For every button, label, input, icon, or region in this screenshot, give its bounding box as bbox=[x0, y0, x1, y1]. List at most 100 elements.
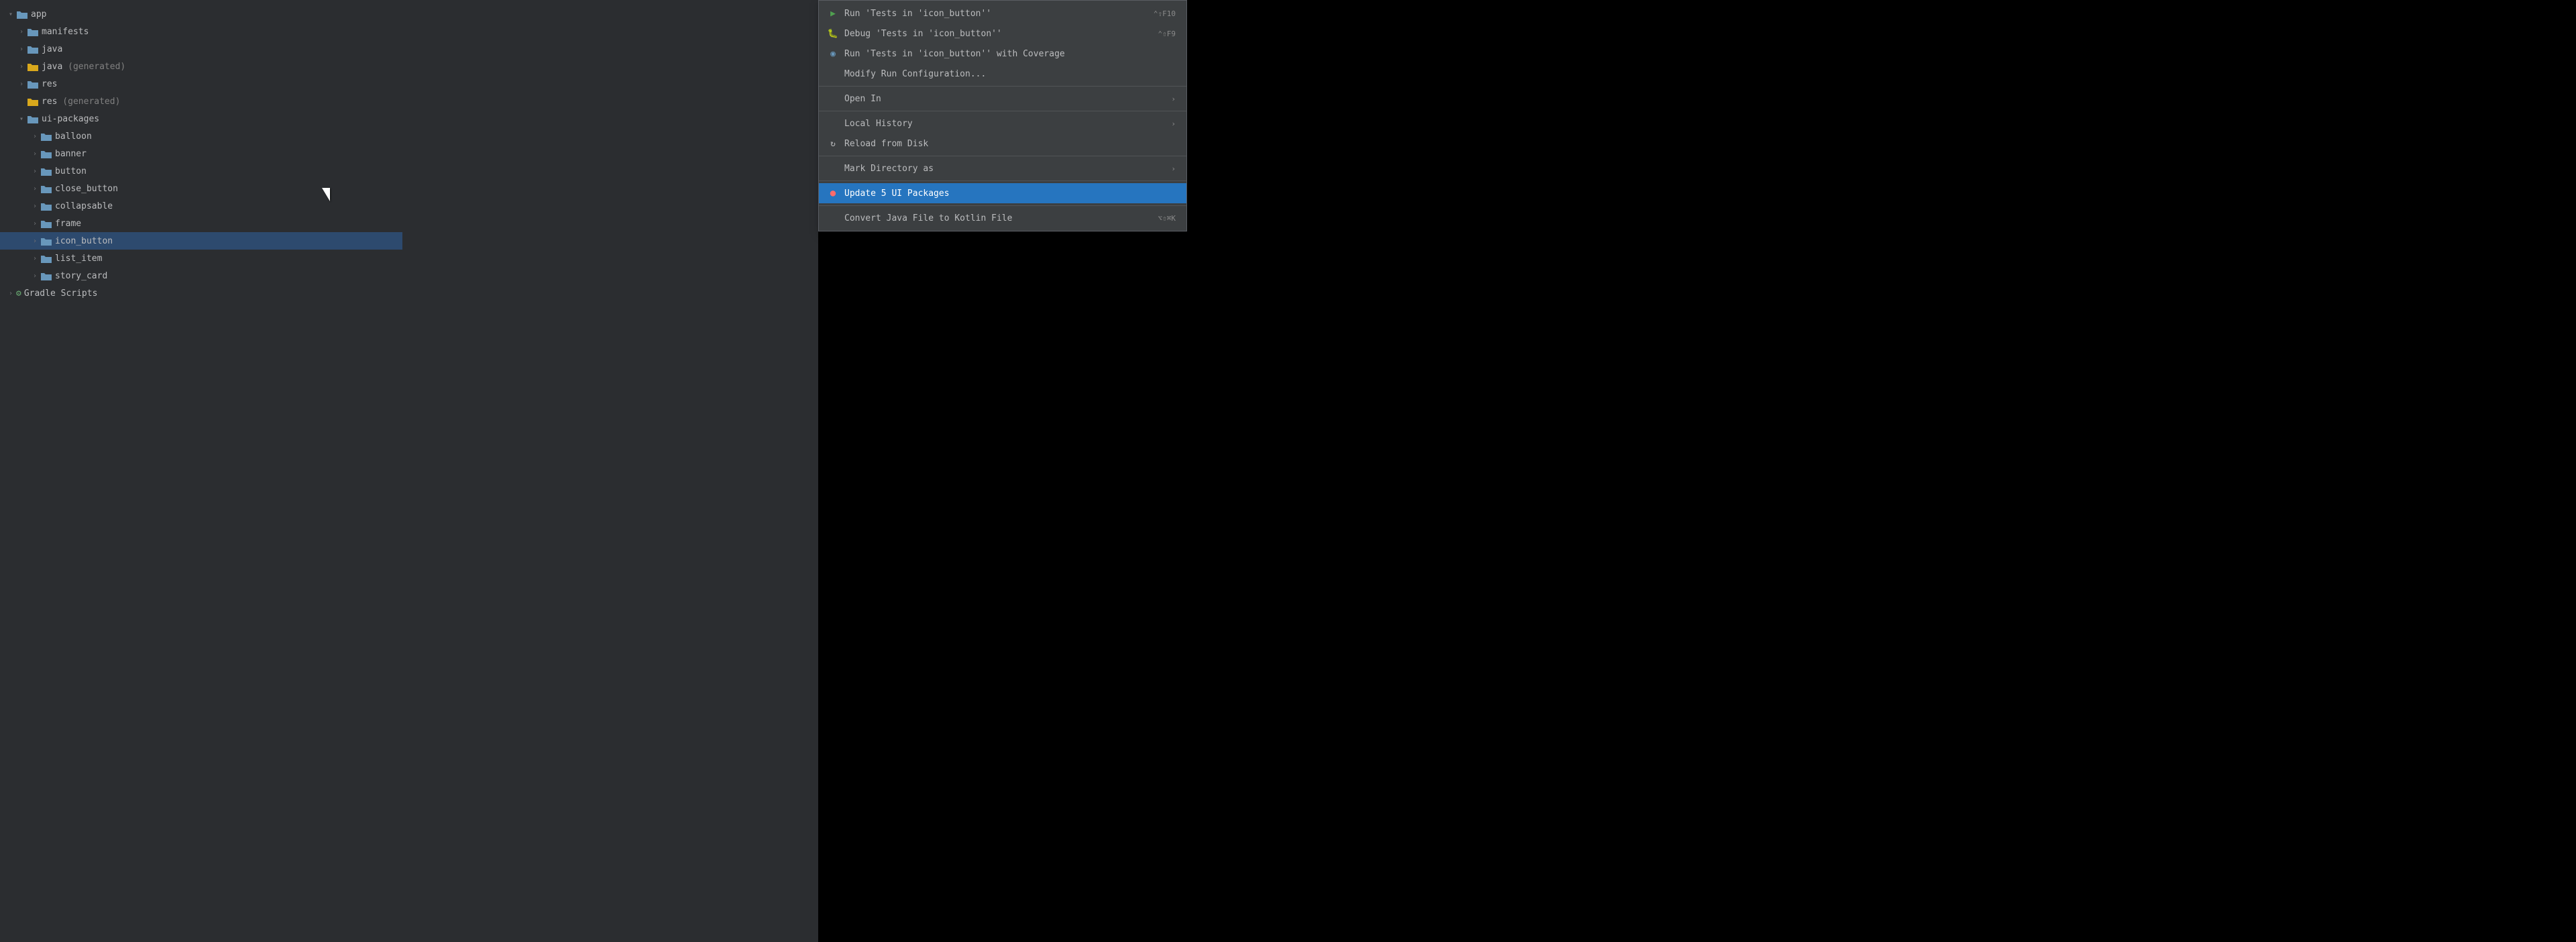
menu-item-convert[interactable]: Convert Java File to Kotlin File ⌥⇧⌘K bbox=[819, 208, 1186, 228]
submenu-arrow-icon: › bbox=[1171, 119, 1176, 128]
menu-shortcut-convert: ⌥⇧⌘K bbox=[1158, 214, 1176, 223]
debug-icon: 🐛 bbox=[827, 28, 839, 40]
menu-label-run: Run 'Tests in 'icon_button'' bbox=[844, 9, 991, 19]
tree-item-list-item[interactable]: › list_item bbox=[0, 250, 402, 267]
menu-label-reload: Reload from Disk bbox=[844, 139, 928, 149]
menu-label-debug: Debug 'Tests in 'icon_button'' bbox=[844, 29, 1002, 39]
cursor-shape bbox=[322, 188, 330, 201]
menu-item-update[interactable]: ● Update 5 UI Packages bbox=[819, 183, 1186, 203]
chevron-down-icon: ▾ bbox=[16, 113, 27, 124]
chevron-right-icon: › bbox=[16, 26, 27, 37]
tree-label-res: res bbox=[42, 79, 57, 89]
reload-icon: ↻ bbox=[827, 138, 839, 150]
menu-shortcut-debug: ⌃⇧F9 bbox=[1158, 30, 1176, 38]
menu-item-mark-directory[interactable]: Mark Directory as › bbox=[819, 158, 1186, 178]
chevron-right-icon: › bbox=[16, 61, 27, 72]
menu-label-local-history: Local History bbox=[844, 119, 913, 129]
chevron-right-icon: › bbox=[30, 166, 40, 176]
tree-item-ui-packages[interactable]: ▾ ui-packages bbox=[0, 110, 402, 127]
folder-icon-balloon bbox=[40, 132, 52, 141]
folder-icon-list-item bbox=[40, 254, 52, 263]
menu-item-open-in[interactable]: Open In › bbox=[819, 89, 1186, 109]
menu-label-open-in: Open In bbox=[844, 94, 881, 104]
menu-item-modify-run[interactable]: Modify Run Configuration... bbox=[819, 64, 1186, 84]
context-menu: ▶ Run 'Tests in 'icon_button'' ⌃⇧F10 🐛 D… bbox=[818, 0, 1187, 231]
tree-label-list-item: list_item bbox=[55, 254, 102, 264]
chevron-right-icon: › bbox=[5, 288, 16, 299]
tree-label-ui-packages: ui-packages bbox=[42, 114, 99, 124]
tree-label-java-generated: java (generated) bbox=[42, 62, 125, 72]
tree-item-balloon[interactable]: › balloon bbox=[0, 127, 402, 145]
folder-icon-button bbox=[40, 166, 52, 176]
folder-icon-res-generated bbox=[27, 97, 39, 106]
tree-item-frame[interactable]: › frame bbox=[0, 215, 402, 232]
chevron-right-icon: › bbox=[16, 78, 27, 89]
chevron-right-icon: › bbox=[30, 131, 40, 142]
tree-label-collapsable: collapsable bbox=[55, 201, 113, 211]
chevron-right-icon: › bbox=[30, 183, 40, 194]
folder-open-icon-ui-packages bbox=[27, 114, 39, 123]
menu-label-modify-run: Modify Run Configuration... bbox=[844, 69, 986, 79]
folder-icon-banner bbox=[40, 149, 52, 158]
folder-icon-close-button bbox=[40, 184, 52, 193]
submenu-arrow-icon: › bbox=[1171, 95, 1176, 103]
menu-item-run[interactable]: ▶ Run 'Tests in 'icon_button'' ⌃⇧F10 bbox=[819, 3, 1186, 23]
folder-icon-frame bbox=[40, 219, 52, 228]
none-icon bbox=[827, 117, 839, 129]
tree-item-icon-button[interactable]: › icon_button bbox=[0, 232, 402, 250]
tree-item-java-generated[interactable]: › java (generated) bbox=[0, 58, 402, 75]
chevron-right-icon: › bbox=[30, 201, 40, 211]
menu-item-debug[interactable]: 🐛 Debug 'Tests in 'icon_button'' ⌃⇧F9 bbox=[819, 23, 1186, 44]
none-icon bbox=[827, 212, 839, 224]
tree-item-close-button[interactable]: › close_button bbox=[0, 180, 402, 197]
menu-item-local-history[interactable]: Local History › bbox=[819, 113, 1186, 134]
folder-icon-story-card bbox=[40, 271, 52, 280]
chevron-right-icon: › bbox=[30, 270, 40, 281]
folder-icon-java-generated bbox=[27, 62, 39, 71]
tree-item-collapsable[interactable]: › collapsable bbox=[0, 197, 402, 215]
none-icon bbox=[827, 93, 839, 105]
tree-label-balloon: balloon bbox=[55, 132, 92, 142]
chevron-down-icon: ▾ bbox=[5, 9, 16, 19]
run-icon: ▶ bbox=[827, 7, 839, 19]
chevron-right-icon: › bbox=[30, 148, 40, 159]
tree-item-button[interactable]: › button bbox=[0, 162, 402, 180]
folder-icon-manifests bbox=[27, 27, 39, 36]
menu-label-mark-directory: Mark Directory as bbox=[844, 164, 934, 174]
file-tree-panel: ▾ app › manifests › java › java (generat… bbox=[0, 0, 402, 942]
tree-label-gradle: Gradle Scripts bbox=[24, 289, 98, 299]
tree-label-close-button: close_button bbox=[55, 184, 118, 194]
menu-item-coverage[interactable]: ◉ Run 'Tests in 'icon_button'' with Cove… bbox=[819, 44, 1186, 64]
chevron-right-icon: › bbox=[30, 253, 40, 264]
tree-label-java: java bbox=[42, 44, 62, 54]
tree-item-res[interactable]: › res bbox=[0, 75, 402, 93]
tree-item-story-card[interactable]: › story_card bbox=[0, 267, 402, 284]
folder-icon-collapsable bbox=[40, 201, 52, 211]
chevron-right-icon: › bbox=[30, 218, 40, 229]
tree-label-frame: frame bbox=[55, 219, 81, 229]
none-icon bbox=[827, 162, 839, 174]
tree-label-button: button bbox=[55, 166, 87, 176]
folder-open-icon bbox=[16, 9, 28, 19]
tree-label-banner: banner bbox=[55, 149, 87, 159]
menu-item-reload[interactable]: ↻ Reload from Disk bbox=[819, 134, 1186, 154]
tree-item-manifests[interactable]: › manifests bbox=[0, 23, 402, 40]
menu-label-coverage: Run 'Tests in 'icon_button'' with Covera… bbox=[844, 49, 1065, 59]
tree-label-icon-button: icon_button bbox=[55, 236, 113, 246]
update-icon: ● bbox=[827, 187, 839, 199]
menu-separator-1 bbox=[819, 86, 1186, 87]
gradle-icon: ⚙ bbox=[16, 289, 21, 299]
menu-separator-4 bbox=[819, 180, 1186, 181]
menu-shortcut-run: ⌃⇧F10 bbox=[1154, 9, 1176, 18]
coverage-icon: ◉ bbox=[827, 48, 839, 60]
tree-label-res-generated: res (generated) bbox=[42, 97, 120, 107]
tree-item-gradle[interactable]: › ⚙ Gradle Scripts bbox=[0, 284, 402, 302]
folder-icon-res bbox=[27, 79, 39, 89]
tree-item-app[interactable]: ▾ app bbox=[0, 5, 402, 23]
folder-icon-icon-button bbox=[40, 236, 52, 246]
submenu-arrow-icon: › bbox=[1171, 164, 1176, 173]
tree-item-banner[interactable]: › banner bbox=[0, 145, 402, 162]
menu-separator-5 bbox=[819, 205, 1186, 206]
tree-item-java[interactable]: › java bbox=[0, 40, 402, 58]
tree-item-res-generated[interactable]: › res (generated) bbox=[0, 93, 402, 110]
